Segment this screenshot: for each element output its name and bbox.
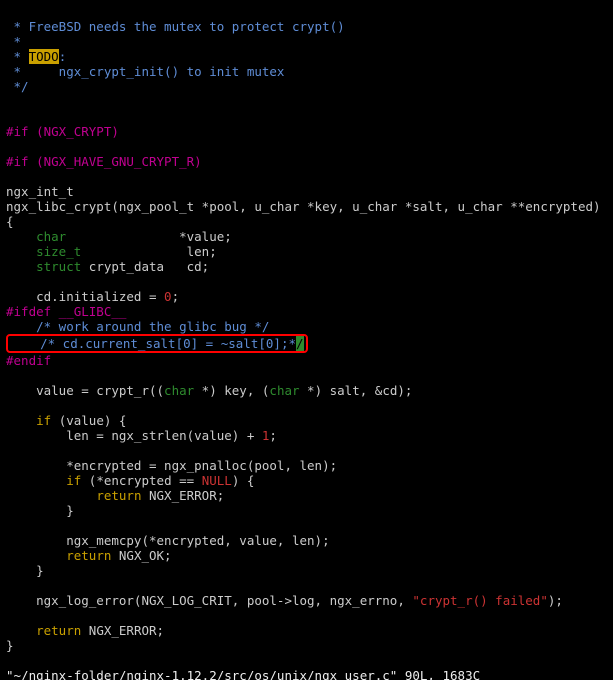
comment-line: *: [6, 34, 21, 49]
return-type: ngx_int_t: [6, 184, 74, 199]
preproc-ifdef: #ifdef __GLIBC__: [6, 304, 126, 319]
highlighted-line: /* cd.current_salt[0] = ~salt[0];*/: [6, 336, 308, 351]
stmt: cd.initialized = 0;: [6, 289, 179, 304]
brace: }: [6, 638, 14, 653]
code-editor[interactable]: * FreeBSD needs the mutex to protect cry…: [0, 0, 613, 680]
stmt: value = crypt_r((char *) key, (char *) s…: [6, 383, 412, 398]
comment-line: * TODO:: [6, 49, 66, 64]
stmt: if (*encrypted == NULL) {: [6, 473, 254, 488]
preproc-if: #if (NGX_CRYPT): [6, 124, 119, 139]
brace: }: [6, 503, 74, 518]
status-line: "~/nginx-folder/nginx-1.12.2/src/os/unix…: [6, 660, 480, 680]
brace: }: [6, 563, 44, 578]
fn-signature: ngx_libc_crypt(ngx_pool_t *pool, u_char …: [6, 199, 601, 214]
stmt: *encrypted = ngx_pnalloc(pool, len);: [6, 458, 337, 473]
todo-tag: TODO: [29, 49, 59, 64]
brace: {: [6, 214, 14, 229]
stmt: return NGX_ERROR;: [6, 623, 164, 638]
stmt: ngx_memcpy(*encrypted, value, len);: [6, 533, 330, 548]
comment-line: * ngx_crypt_init() to init mutex: [6, 64, 284, 79]
preproc-if: #if (NGX_HAVE_GNU_CRYPT_R): [6, 154, 202, 169]
preproc-endif: #endif: [6, 353, 51, 368]
var-decl: struct crypt_data cd;: [6, 259, 209, 274]
stmt: len = ngx_strlen(value) + 1;: [6, 428, 277, 443]
comment-line: * FreeBSD needs the mutex to protect cry…: [6, 19, 345, 34]
cursor: /: [296, 336, 304, 351]
stmt: ngx_log_error(NGX_LOG_CRIT, pool->log, n…: [6, 593, 563, 608]
comment-line: /* work around the glibc bug */: [6, 319, 269, 334]
stmt: return NGX_OK;: [6, 548, 172, 563]
var-decl: size_t len;: [6, 244, 217, 259]
var-decl: char *value;: [6, 229, 232, 244]
stmt: return NGX_ERROR;: [6, 488, 224, 503]
stmt: if (value) {: [6, 413, 126, 428]
comment-line: */: [6, 79, 29, 94]
